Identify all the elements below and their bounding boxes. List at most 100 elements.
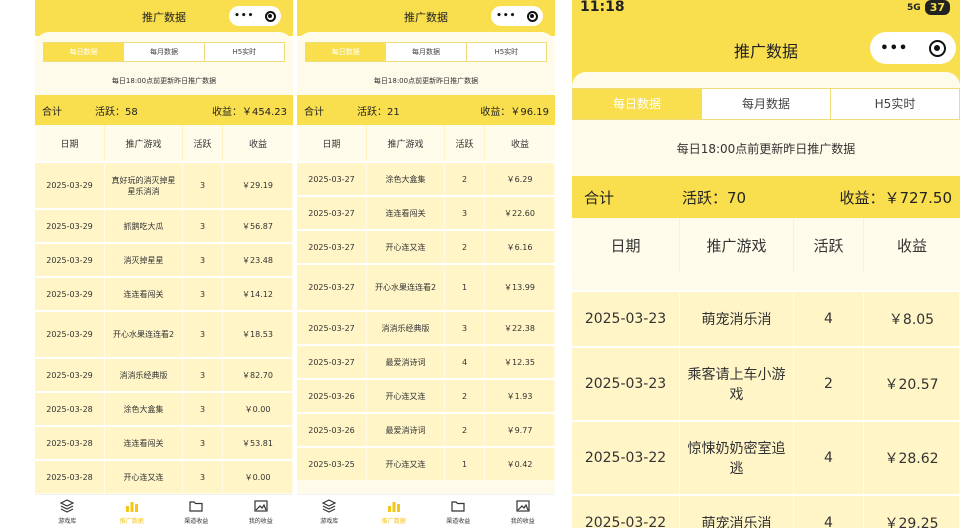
image-icon [516, 500, 530, 512]
nav-label: 游戏库 [58, 518, 77, 525]
table-row[interactable]: 2025-03-29 消灭掉星星 3 ￥23.48 [35, 242, 293, 276]
layers-icon [321, 499, 337, 513]
tab-daily[interactable]: 每日数据 [573, 89, 701, 119]
cell-income: ￥82.70 [223, 359, 293, 391]
cell-income: ￥22.60 [485, 197, 555, 229]
mini-program-capsule[interactable]: ••• [491, 6, 543, 26]
cell-active: 3 [183, 312, 223, 357]
table-row[interactable]: 2025-03-23 萌宠消乐消 4 ￥8.05 [572, 290, 960, 346]
tab-bar: 每日数据 每月数据 H5实时 [572, 88, 960, 120]
table-row[interactable]: 2025-03-29 真好玩的消灭掉星星乐消消 3 ￥29.19 [35, 161, 293, 208]
table-row[interactable]: 2025-03-28 连连看闯关 3 ￥53.81 [35, 425, 293, 459]
table-row[interactable]: 2025-03-28 开心连又连 3 ￥0.00 [35, 459, 293, 493]
col-game: 推广游戏 [105, 125, 183, 161]
tab-daily[interactable]: 每日数据 [44, 43, 124, 61]
cell-active: 2 [445, 163, 485, 195]
cell-game: 开心连又连 [367, 231, 445, 263]
tab-h5-realtime[interactable]: H5实时 [203, 43, 284, 61]
table-row[interactable]: 2025-03-29 抓鹅吃大瓜 3 ￥56.87 [35, 208, 293, 242]
table-row[interactable]: 2025-03-27 开心水果连连看2 1 ￥13.99 [297, 263, 555, 310]
mini-program-capsule[interactable]: ••• [229, 6, 281, 26]
table-row[interactable]: 2025-03-22 萌宠消乐消 4 ￥29.25 [572, 494, 960, 528]
nav-my-income[interactable]: 我的收益 [491, 495, 556, 528]
cell-game: 乘客请上车小游戏 [680, 348, 794, 420]
cell-active: 3 [183, 163, 223, 208]
tab-h5-realtime[interactable]: H5实时 [830, 89, 959, 119]
nav-channel-income[interactable]: 渠道收益 [426, 495, 491, 528]
table-row[interactable]: 2025-03-27 最爱消诗词 4 ￥12.35 [297, 344, 555, 378]
nav-bar: 推广数据 ••• [35, 0, 293, 36]
cell-game: 萌宠消乐消 [680, 496, 794, 528]
cell-date: 2025-03-27 [297, 231, 367, 263]
more-icon[interactable]: ••• [234, 11, 254, 21]
table-row[interactable]: 2025-03-23 乘客请上车小游戏 2 ￥20.57 [572, 346, 960, 420]
table-row[interactable]: 2025-03-25 开心连又连 1 ￥0.42 [297, 446, 555, 480]
cell-date: 2025-03-29 [35, 210, 105, 242]
nav-promo-data[interactable]: 推广数据 [362, 495, 427, 528]
table-row[interactable]: 2025-03-27 开心连又连 2 ￥6.16 [297, 229, 555, 263]
summary-active: 活跃：58 [95, 106, 138, 118]
table-row[interactable]: 2025-03-27 消消乐经典版 3 ￥22.38 [297, 310, 555, 344]
close-target-icon[interactable] [526, 10, 538, 22]
cell-date: 2025-03-22 [572, 422, 680, 494]
cell-date: 2025-03-28 [35, 393, 105, 425]
table-row[interactable]: 2025-03-26 开心连又连 2 ￥1.93 [297, 378, 555, 412]
table-row[interactable]: 2025-03-29 连连看闯关 3 ￥14.12 [35, 276, 293, 310]
cell-game: 涂色大盒集 [105, 393, 183, 425]
more-icon[interactable]: ••• [880, 41, 908, 56]
table-row[interactable]: 2025-03-26 最爱消诗词 2 ￥9.77 [297, 412, 555, 446]
cell-active: 1 [445, 448, 485, 480]
summary-income: 收益：￥454.23 [212, 106, 287, 118]
tab-monthly[interactable]: 每月数据 [123, 43, 203, 61]
bottom-tab-bar: 游戏库 推广数据 渠道收益 我的收益 [35, 494, 293, 528]
col-income: 收益 [510, 139, 529, 150]
summary-income: 收益：￥96.19 [480, 106, 549, 118]
cell-income: ￥13.99 [485, 265, 555, 310]
table-row[interactable]: 2025-03-28 涂色大盒集 3 ￥0.00 [35, 391, 293, 425]
mini-program-capsule[interactable]: ••• [870, 32, 956, 64]
table-row[interactable]: 2025-03-27 连连看闯关 3 ￥22.60 [297, 195, 555, 229]
cell-active: 3 [183, 244, 223, 276]
tab-h5-realtime[interactable]: H5实时 [465, 43, 546, 61]
tab-bar: 每日数据 每月数据 H5实时 [305, 42, 547, 62]
nav-label: 我的收益 [510, 518, 535, 525]
cell-active: 4 [794, 292, 864, 346]
close-target-icon[interactable] [264, 10, 276, 22]
table-body: 2025-03-29 真好玩的消灭掉星星乐消消 3 ￥29.19 2025-03… [35, 161, 293, 493]
cell-game: 开心连又连 [367, 448, 445, 480]
nav-promo-data[interactable]: 推广数据 [100, 495, 165, 528]
folder-icon [189, 501, 203, 512]
col-game: 推广游戏 [680, 218, 794, 272]
nav-game-library[interactable]: 游戏库 [35, 495, 100, 528]
nav-my-income[interactable]: 我的收益 [229, 495, 294, 528]
cell-game: 真好玩的消灭掉星星乐消消 [105, 163, 183, 208]
table-row[interactable]: 2025-03-29 消消乐经典版 3 ￥82.70 [35, 357, 293, 391]
table-row[interactable]: 2025-03-29 开心水果连连看2 3 ￥18.53 [35, 310, 293, 357]
nav-game-library[interactable]: 游戏库 [297, 495, 362, 528]
more-icon[interactable]: ••• [496, 11, 516, 21]
update-note: 每日18:00点前更新昨日推广数据 [373, 77, 479, 85]
col-income: 收益 [896, 236, 927, 255]
tab-monthly[interactable]: 每月数据 [701, 89, 830, 119]
cell-date: 2025-03-26 [297, 414, 367, 446]
cell-income: ￥12.35 [485, 346, 555, 378]
tab-monthly[interactable]: 每月数据 [385, 43, 465, 61]
bar-chart-icon [125, 502, 138, 512]
cell-active: 4 [794, 496, 864, 528]
cell-active: 3 [183, 359, 223, 391]
summary-active: 活跃：21 [357, 106, 400, 118]
table-row[interactable]: 2025-03-22 惊悚奶奶密室追逃 4 ￥28.62 [572, 420, 960, 494]
cell-income: ￥20.57 [864, 348, 960, 420]
cell-active: 3 [183, 278, 223, 310]
nav-channel-income[interactable]: 渠道收益 [164, 495, 229, 528]
table-row[interactable]: 2025-03-27 涂色大盒集 2 ￥6.29 [297, 161, 555, 195]
cell-date: 2025-03-27 [297, 163, 367, 195]
summary-total-label: 合计 [584, 188, 615, 207]
cell-active: 4 [445, 346, 485, 378]
cell-date: 2025-03-28 [35, 461, 105, 493]
cell-date: 2025-03-29 [35, 244, 105, 276]
layers-icon [59, 499, 75, 513]
close-target-icon[interactable] [928, 39, 946, 57]
tab-daily[interactable]: 每日数据 [306, 43, 386, 61]
cell-income: ￥9.77 [485, 414, 555, 446]
